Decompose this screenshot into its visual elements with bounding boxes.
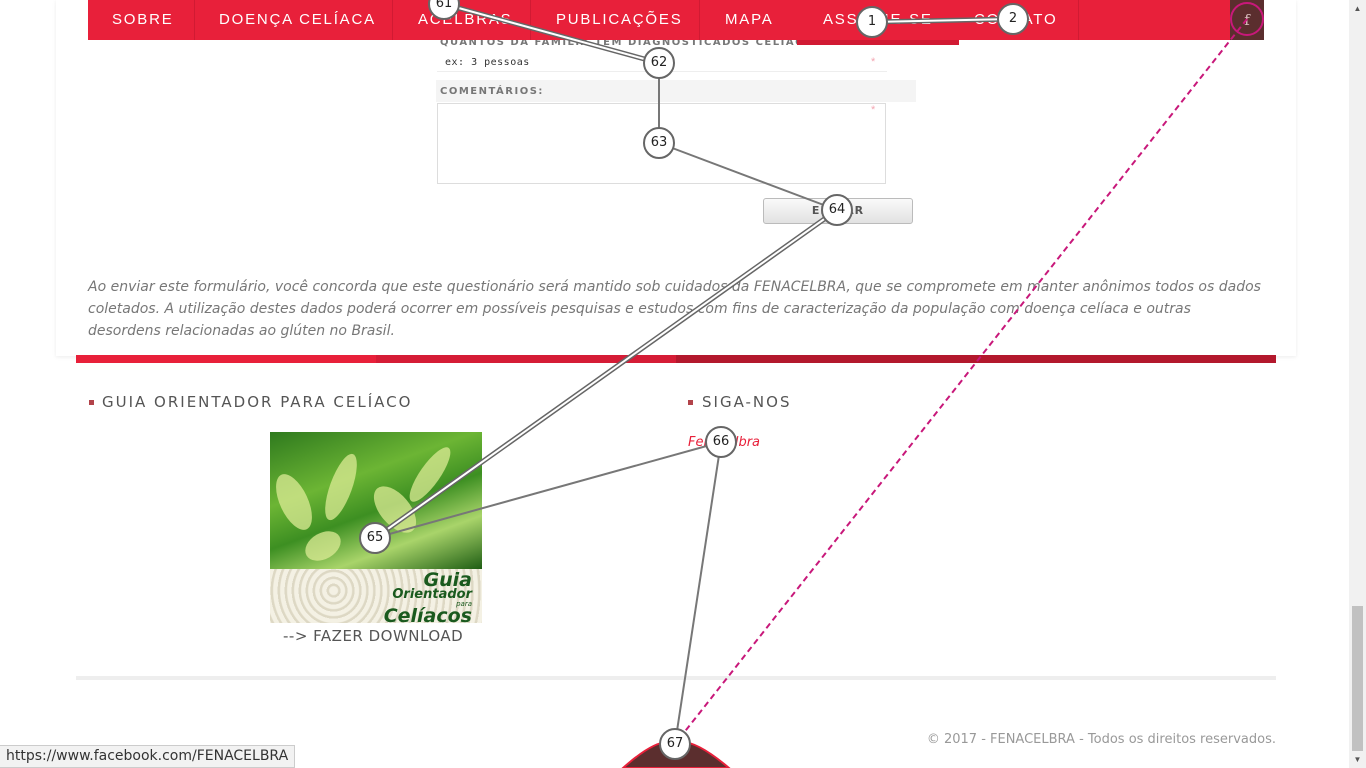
facebook-icon[interactable]: f (1230, 0, 1264, 40)
footer-divider (76, 676, 1276, 680)
nav-separator (1078, 0, 1079, 40)
step-marker: 67 (659, 728, 691, 760)
download-guide-link[interactable]: --> FAZER DOWNLOAD (283, 627, 463, 645)
step-marker: 2 (997, 3, 1029, 35)
step-marker: 64 (821, 194, 853, 226)
step-marker: 1 (856, 6, 888, 38)
form-disclaimer: Ao enviar este formulário, você concorda… (88, 279, 1261, 339)
step-marker: 62 (643, 47, 675, 79)
follow-title-bullet (688, 400, 693, 405)
comments-label: COMENTÁRIOS: (440, 86, 544, 97)
required-star-icon: * (871, 56, 876, 68)
copyright-text: © 2017 - FENACELBRA - Todos os direitos … (926, 732, 1276, 747)
step-marker: 63 (643, 127, 675, 159)
follow-widget-title: SIGA-NOS (702, 393, 792, 411)
guide-title-bullet (89, 400, 94, 405)
section-divider-band (76, 355, 1276, 363)
link-status-bar: https://www.facebook.com/FENACELBRA (0, 745, 296, 768)
guide-image-celiacos: Celíacos (383, 604, 472, 623)
arrow-down-icon[interactable]: ▼ (1349, 751, 1366, 768)
nav-separator (194, 0, 195, 40)
step-marker: 66 (705, 426, 737, 458)
nav-item-sobre[interactable]: SOBRE (112, 0, 174, 40)
nav-separator (530, 0, 531, 40)
nav-separator (699, 0, 700, 40)
nav-separator (392, 0, 393, 40)
nav-item-publicacoes[interactable]: PUBLICAÇÕES (556, 0, 683, 40)
guide-widget-title: GUIA ORIENTADOR PARA CELÍACO (102, 393, 413, 411)
nav-item-doenca-celiaca[interactable]: DOENÇA CELÍACA (219, 0, 376, 40)
nav-item-mapa[interactable]: MAPA (725, 0, 774, 40)
step-marker: 65 (359, 522, 391, 554)
page-scrollbar[interactable]: ▲ ▼ (1349, 0, 1366, 768)
scrollbar-thumb[interactable] (1352, 606, 1363, 751)
required-star-icon: * (871, 104, 876, 116)
arrow-up-icon[interactable]: ▲ (1349, 0, 1366, 17)
